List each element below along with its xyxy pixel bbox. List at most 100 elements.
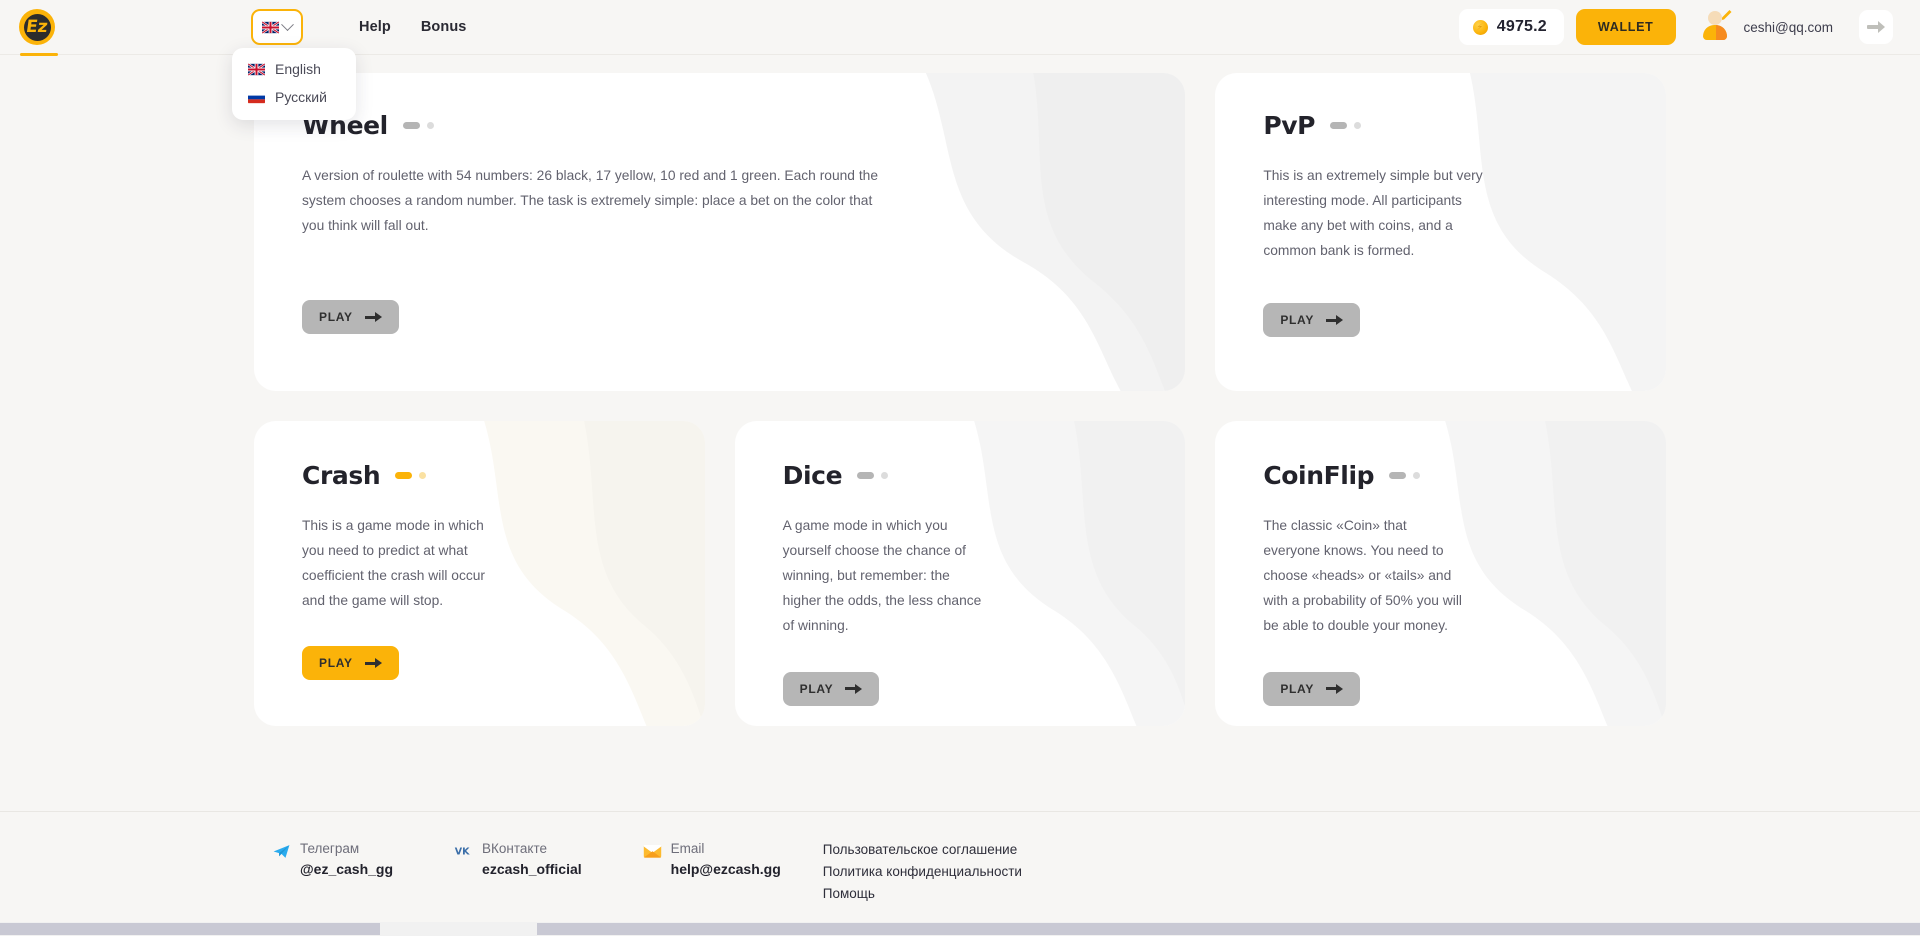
contact-label: Email bbox=[671, 839, 781, 859]
game-description: This is a game mode in which you need to… bbox=[302, 513, 502, 613]
link-help[interactable]: Помощь bbox=[823, 883, 1022, 905]
play-button-wheel[interactable]: PLAY bbox=[302, 300, 399, 334]
arrow-right-icon bbox=[365, 658, 382, 669]
footer-legal-links: Пользовательское соглашение Политика кон… bbox=[823, 839, 1022, 905]
game-description: This is an extremely simple but very int… bbox=[1263, 163, 1499, 263]
language-selector: English Русский bbox=[251, 9, 303, 45]
play-label: PLAY bbox=[1280, 682, 1314, 696]
nav-link-bonus[interactable]: Bonus bbox=[421, 19, 467, 35]
ru-flag-icon bbox=[248, 91, 265, 104]
contact-email[interactable]: Email help@ezcash.gg bbox=[643, 839, 781, 879]
telegram-icon bbox=[272, 842, 291, 861]
status-dot bbox=[1413, 472, 1420, 479]
language-option-russian[interactable]: Русский bbox=[232, 83, 356, 111]
top-header: Ez bbox=[0, 0, 1920, 55]
horizontal-scrollbar[interactable] bbox=[0, 922, 1920, 936]
vk-icon: VK bbox=[454, 842, 473, 861]
scrollbar-track-right[interactable] bbox=[537, 923, 1920, 935]
status-dot bbox=[419, 472, 426, 479]
status-pill bbox=[403, 122, 420, 129]
wallet-button[interactable]: WALLET bbox=[1576, 9, 1676, 45]
link-privacy-policy[interactable]: Политика конфиденциальности bbox=[823, 861, 1022, 883]
game-card-dice[interactable]: Dice A game mode in which you yourself c… bbox=[735, 421, 1186, 726]
footer-inner: Телеграм @ez_cash_gg VK ВКонтакте ezcash… bbox=[254, 839, 1666, 905]
balance-display[interactable]: 4975.2 bbox=[1459, 9, 1564, 45]
status-pill bbox=[1389, 472, 1406, 479]
user-email: ceshi@qq.com bbox=[1744, 20, 1834, 35]
language-option-label: Русский bbox=[275, 89, 327, 105]
game-title: CoinFlip bbox=[1263, 461, 1374, 490]
site-logo[interactable]: Ez bbox=[0, 0, 74, 55]
link-user-agreement[interactable]: Пользовательское соглашение bbox=[823, 839, 1022, 861]
card-header: CoinFlip bbox=[1263, 461, 1666, 490]
logout-arrow-icon bbox=[1867, 18, 1885, 36]
logout-button[interactable] bbox=[1859, 10, 1893, 44]
email-icon bbox=[643, 842, 662, 861]
edit-pencil-icon bbox=[1722, 10, 1732, 20]
arrow-right-icon bbox=[1326, 315, 1343, 326]
contact-label: Телеграм bbox=[300, 839, 393, 859]
play-button-crash[interactable]: PLAY bbox=[302, 646, 399, 680]
game-card-crash[interactable]: Crash This is a game mode in which you n… bbox=[254, 421, 705, 726]
contact-telegram[interactable]: Телеграм @ez_cash_gg bbox=[272, 839, 393, 879]
game-card-coinflip[interactable]: CoinFlip The classic «Coin» that everyon… bbox=[1215, 421, 1666, 726]
status-indicator bbox=[403, 122, 434, 129]
coin-icon bbox=[1473, 20, 1488, 35]
card-header: Dice bbox=[783, 461, 1186, 490]
header-nav: Help Bonus bbox=[359, 19, 466, 35]
status-indicator bbox=[857, 472, 888, 479]
play-button-coinflip[interactable]: PLAY bbox=[1263, 672, 1360, 706]
nav-link-help[interactable]: Help bbox=[359, 19, 391, 35]
active-tab-underline bbox=[20, 53, 58, 56]
uk-flag-icon bbox=[248, 63, 265, 76]
status-pill bbox=[1330, 122, 1347, 129]
svg-text:VK: VK bbox=[455, 847, 470, 858]
language-dropdown-button[interactable] bbox=[251, 9, 303, 45]
status-pill bbox=[857, 472, 874, 479]
site-footer: Телеграм @ez_cash_gg VK ВКонтакте ezcash… bbox=[0, 811, 1920, 916]
play-button-pvp[interactable]: PLAY bbox=[1263, 303, 1360, 337]
avatar-head bbox=[1708, 11, 1722, 25]
contact-text: Телеграм @ez_cash_gg bbox=[300, 839, 393, 879]
card-header: Wheel bbox=[302, 111, 1185, 140]
avatar[interactable] bbox=[1701, 10, 1735, 44]
contact-value: ezcash_official bbox=[482, 859, 582, 879]
game-description: A game mode in which you yourself choose… bbox=[783, 513, 983, 639]
contact-text: Email help@ezcash.gg bbox=[671, 839, 781, 879]
game-description: A version of roulette with 54 numbers: 2… bbox=[302, 163, 892, 238]
chevron-down-icon bbox=[281, 18, 294, 31]
logo-glyph: Ez bbox=[25, 19, 49, 36]
card-header: PvP bbox=[1263, 111, 1666, 140]
game-title: Crash bbox=[302, 461, 380, 490]
arrow-right-icon bbox=[1326, 683, 1343, 694]
game-title: PvP bbox=[1263, 111, 1315, 140]
logo-inner-disc: Ez bbox=[24, 14, 51, 41]
contact-value: @ez_cash_gg bbox=[300, 859, 393, 879]
status-indicator bbox=[395, 472, 426, 479]
contact-value: help@ezcash.gg bbox=[671, 859, 781, 879]
language-option-english[interactable]: English bbox=[232, 55, 356, 83]
arrow-right-icon bbox=[845, 683, 862, 694]
game-card-pvp[interactable]: PvP This is an extremely simple but very… bbox=[1215, 73, 1666, 391]
game-description: The classic «Coin» that everyone knows. … bbox=[1263, 513, 1463, 639]
play-label: PLAY bbox=[319, 656, 353, 670]
header-right-cluster: 4975.2 WALLET ceshi@qq.com bbox=[1459, 9, 1920, 45]
avatar-body bbox=[1703, 25, 1727, 40]
app-root: Ez bbox=[0, 0, 1920, 936]
card-header: Crash bbox=[302, 461, 705, 490]
contact-label: ВКонтакте bbox=[482, 839, 582, 859]
game-card-wheel[interactable]: Wheel A version of roulette with 54 numb… bbox=[254, 73, 1185, 391]
play-label: PLAY bbox=[1280, 313, 1314, 327]
status-indicator bbox=[1389, 472, 1420, 479]
status-pill bbox=[395, 472, 412, 479]
arrow-right-icon bbox=[365, 312, 382, 323]
balance-amount: 4975.2 bbox=[1497, 18, 1547, 36]
play-button-dice[interactable]: PLAY bbox=[783, 672, 880, 706]
contact-vk[interactable]: VK ВКонтакте ezcash_official bbox=[454, 839, 582, 879]
games-grid: Wheel A version of roulette with 54 numb… bbox=[254, 73, 1666, 726]
status-dot bbox=[427, 122, 434, 129]
play-label: PLAY bbox=[319, 310, 353, 324]
uk-flag-icon bbox=[262, 21, 279, 34]
scrollbar-thumb[interactable] bbox=[0, 923, 380, 935]
main-content: Wheel A version of roulette with 54 numb… bbox=[0, 55, 1920, 831]
